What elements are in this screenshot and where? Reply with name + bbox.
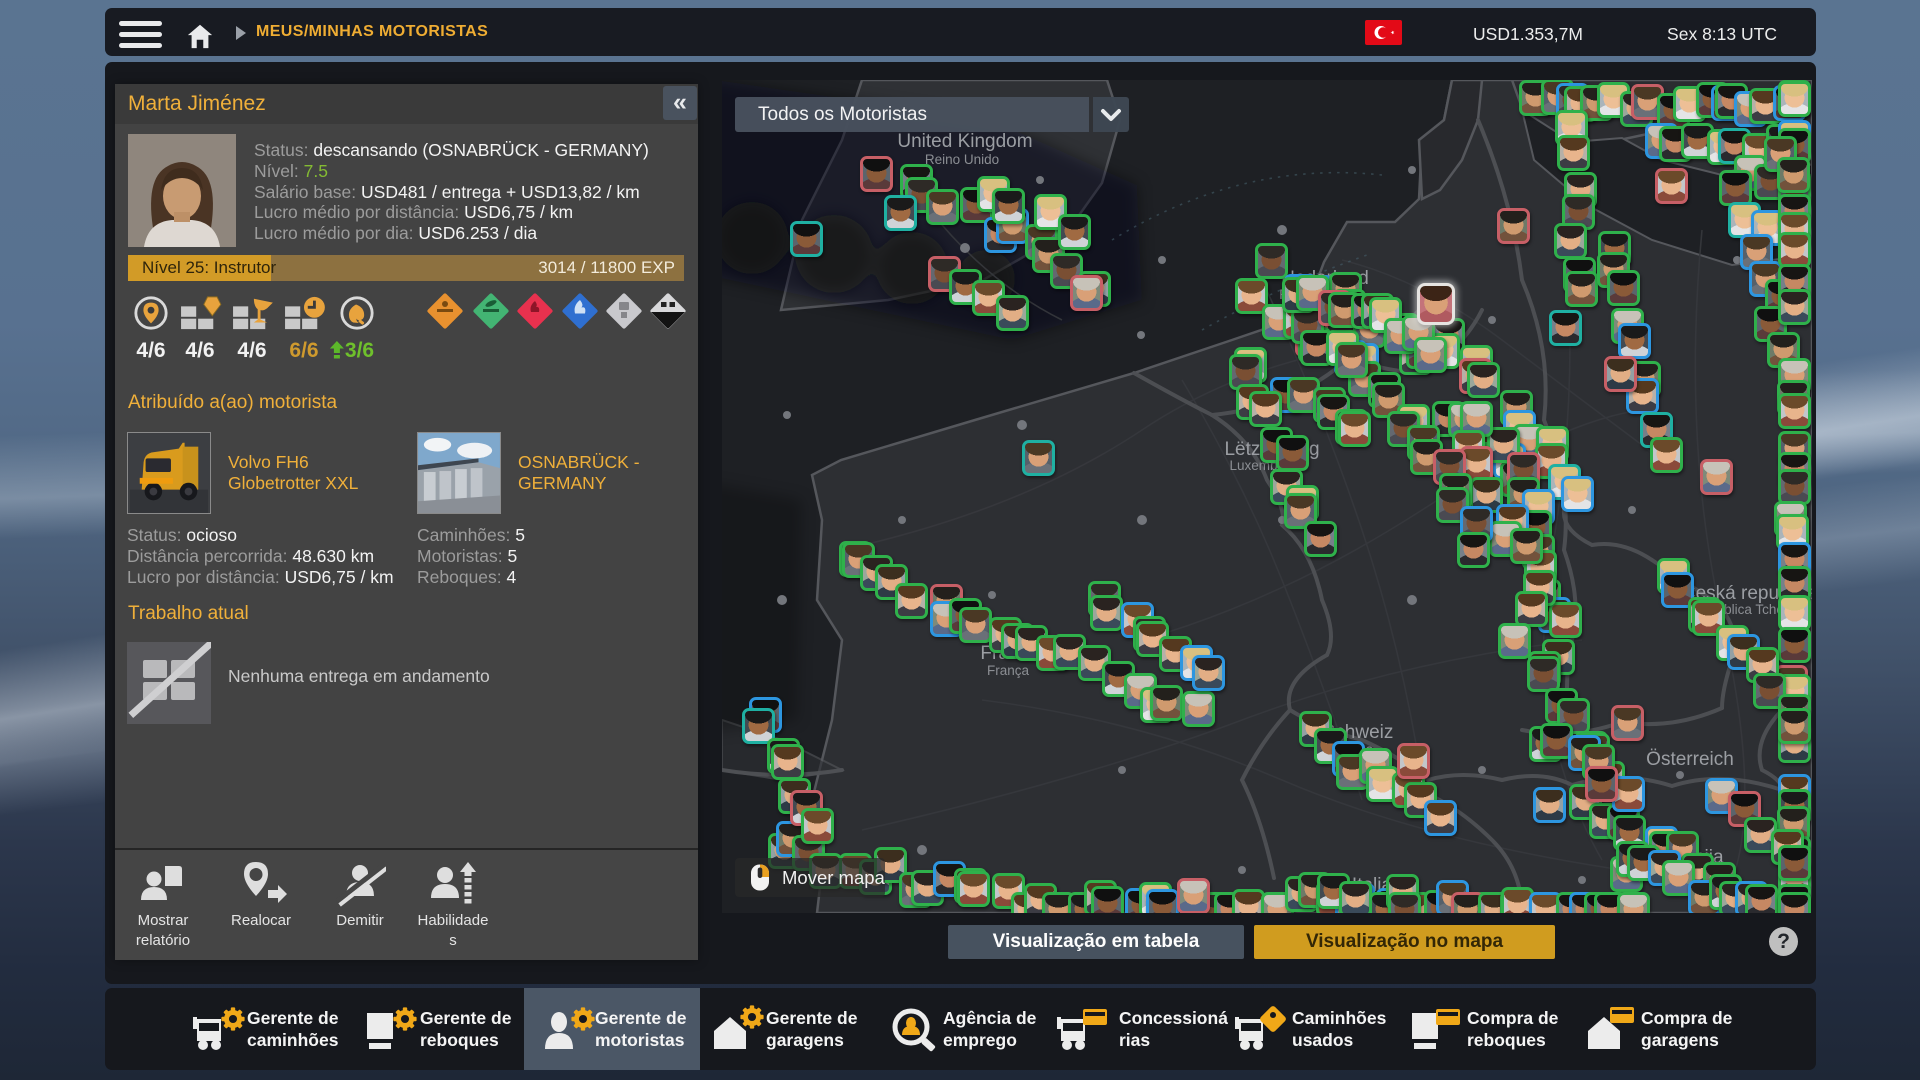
svg-text:França: França	[987, 663, 1030, 678]
svg-text:Österreich: Österreich	[1646, 749, 1734, 770]
svg-text:United Kingdom: United Kingdom	[897, 131, 1032, 152]
svg-text:Reino Unido: Reino Unido	[925, 152, 999, 167]
